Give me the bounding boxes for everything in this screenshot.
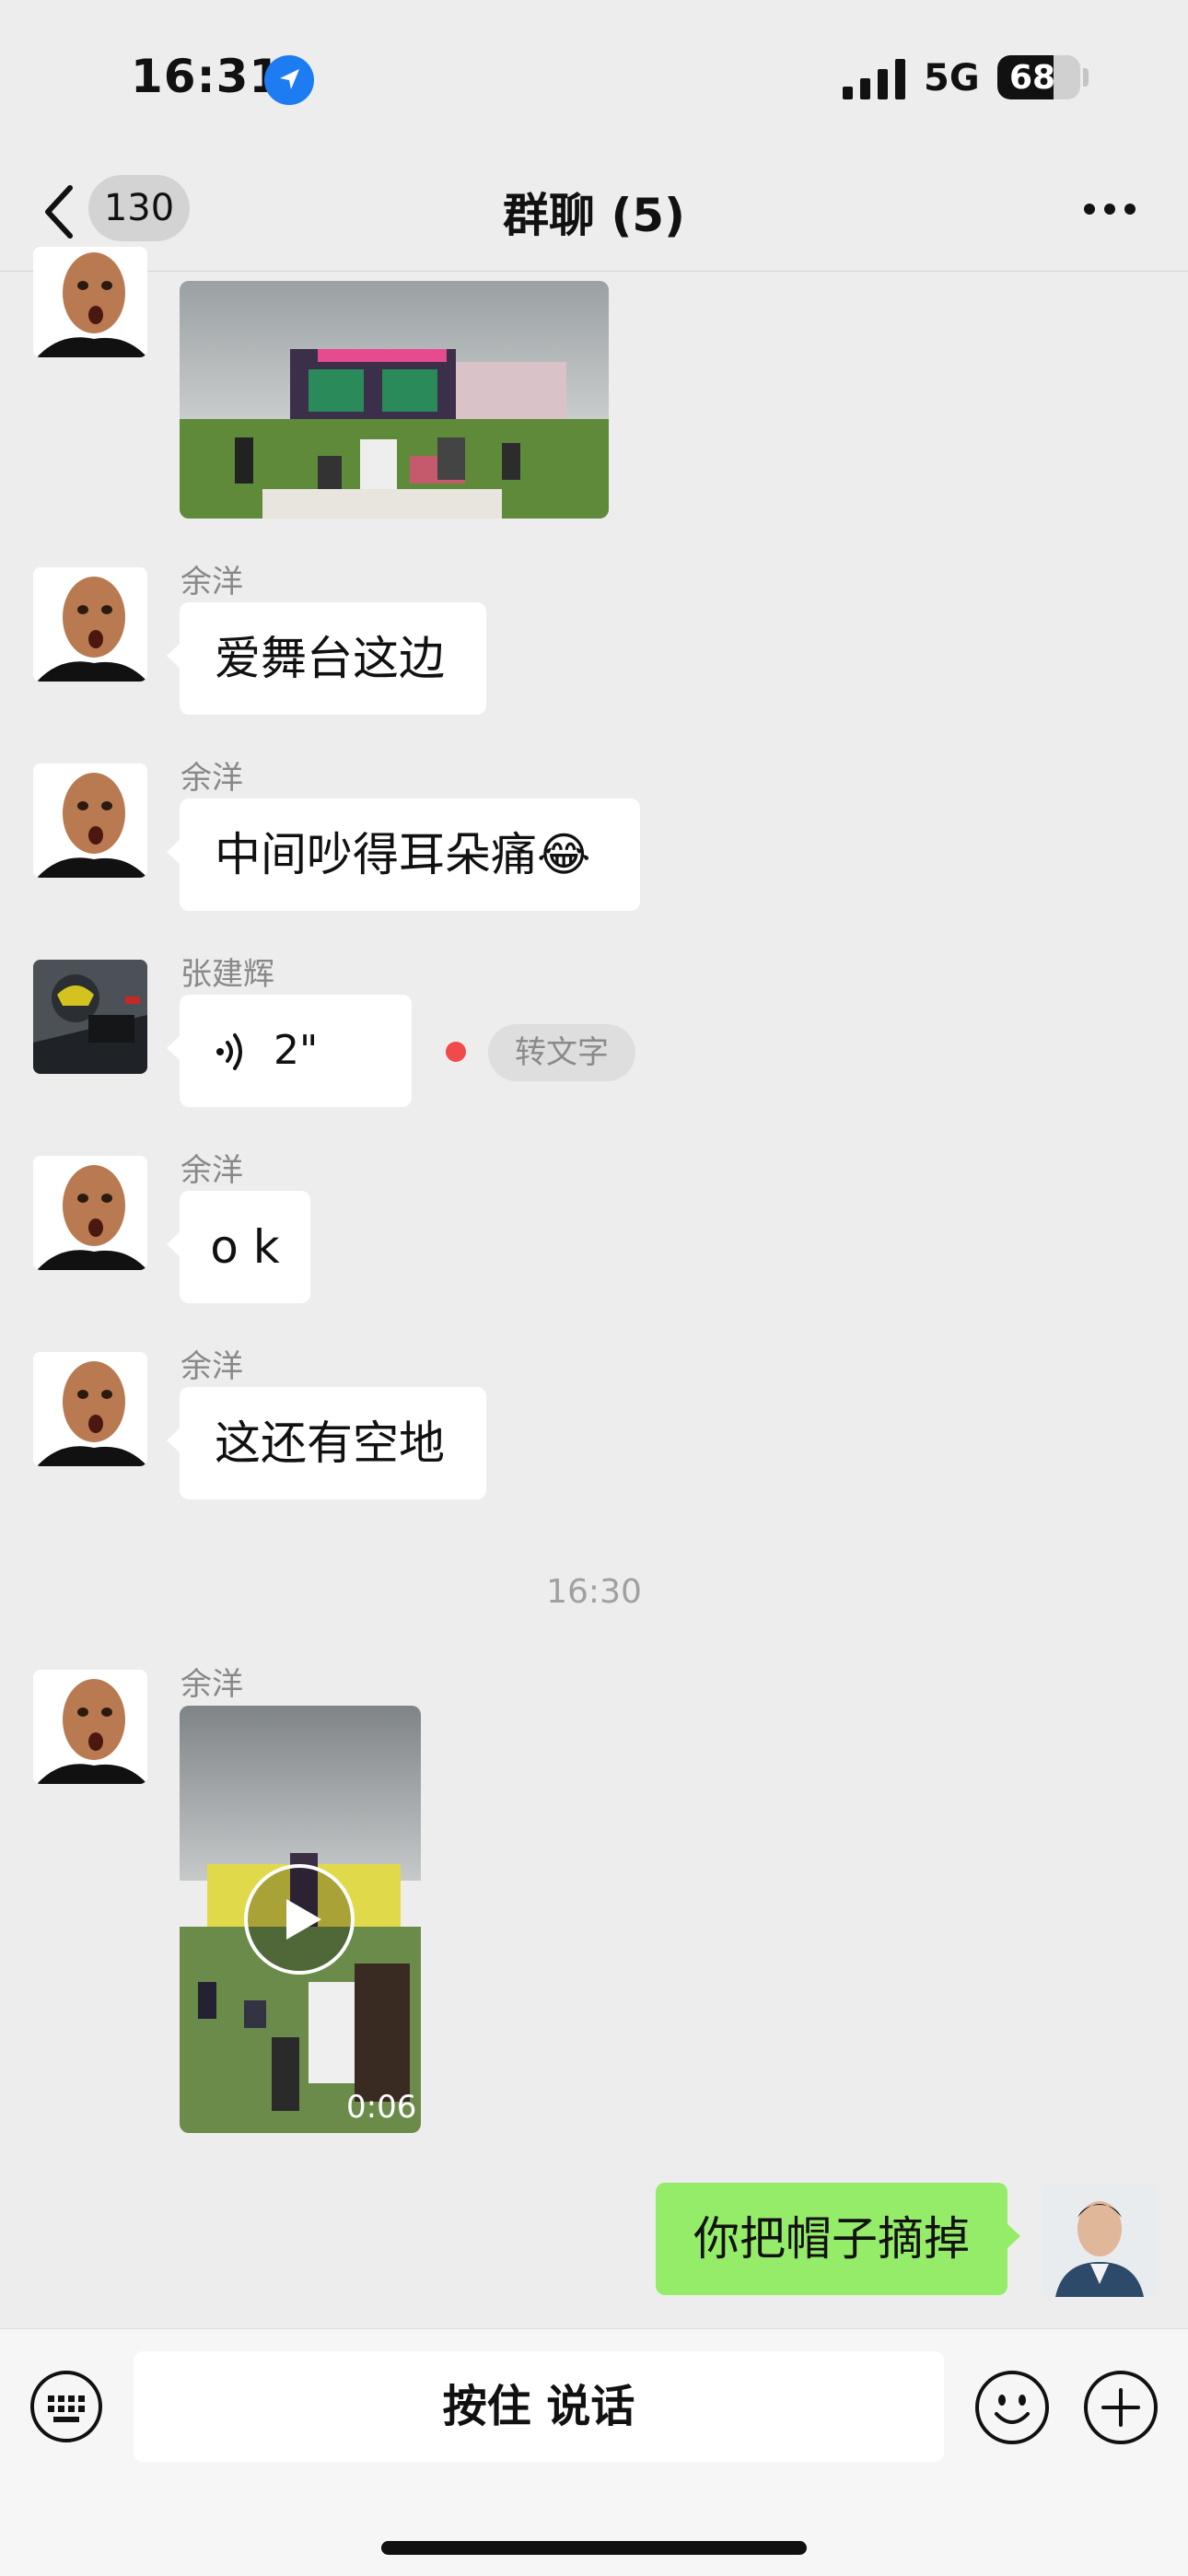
video-duration: 0:06 [346,2089,417,2126]
sender-avatar[interactable] [33,247,147,357]
message-timestamp: 16:30 [546,1573,642,1611]
voice-message[interactable]: 2" [167,995,412,1107]
image-message[interactable] [180,281,609,519]
text-message[interactable]: 中间吵得耳朵痛😂 [167,798,640,911]
chat-title: 群聊 (5) [503,189,685,242]
sender-avatar[interactable] [33,1670,147,1784]
home-indicator [381,2541,807,2555]
sender-avatar[interactable] [33,763,147,878]
signal-icon [843,59,905,99]
sender-avatar[interactable] [33,567,147,682]
video-message[interactable] [180,1706,421,2133]
network-label: 5G [924,57,980,99]
text-message[interactable]: o k [167,1191,310,1303]
self-avatar[interactable] [1042,2183,1157,2297]
input-bar: 按住 说话 [0,2328,1188,2576]
more-dots-icon[interactable] [1083,203,1136,216]
sent-text-message[interactable]: 你把帽子摘掉 [656,2183,1020,2295]
hold-to-talk-button[interactable]: 按住 说话 [134,2351,944,2462]
plus-icon[interactable] [1083,2370,1159,2445]
chat-header: 130 群聊 (5) [0,157,1188,272]
sender-name: 余洋 [181,1666,243,1703]
battery-icon: 68 [997,55,1080,99]
sender-name: 余洋 [181,1152,243,1189]
unread-voice-dot [446,1042,466,1062]
sender-name: 余洋 [181,760,243,797]
voice-duration: 2" [274,1027,319,1074]
emoji-icon[interactable] [974,2370,1050,2445]
sender-name: 余洋 [181,1348,243,1385]
battery-level: 68 [1008,59,1056,97]
text-message[interactable]: 爱舞台这边 [167,602,486,715]
sender-avatar[interactable] [33,960,147,1074]
battery-tip [1083,68,1089,87]
sender-name: 余洋 [181,564,243,600]
voice-wave-icon [216,1033,242,1070]
status-bar: 16:31 5G 68 [0,0,1188,157]
sender-avatar[interactable] [33,1352,147,1466]
transcribe-button[interactable]: 转文字 [488,1024,635,1081]
location-arrow-icon [264,55,314,105]
keyboard-icon[interactable] [29,2370,103,2443]
text-message[interactable]: 这还有空地 [167,1387,486,1499]
play-icon[interactable] [242,1862,356,1976]
sender-name: 张建辉 [181,956,274,993]
sender-avatar[interactable] [33,1156,147,1270]
status-time: 16:31 [131,50,283,103]
